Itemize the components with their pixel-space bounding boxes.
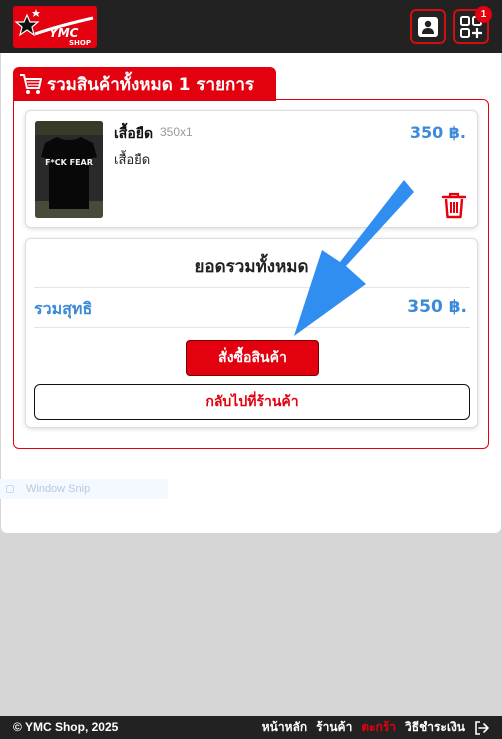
net-total-value: 350 ฿. <box>407 297 467 317</box>
cart-button[interactable]: 1 <box>453 6 492 44</box>
window-snip-overlay: Window Snip <box>0 479 168 499</box>
footer-nav: หน้าหลัก ร้านค้า ตะกร้า วิธีชำระเงิน <box>253 718 490 737</box>
user-account-button[interactable] <box>410 9 446 44</box>
remove-item-button[interactable] <box>441 191 467 219</box>
svg-text:SHOP: SHOP <box>69 39 91 47</box>
cart-item-card: F*CK FEAR เสื้อยืด 350x1 เสื้อยืด 350 ฿. <box>25 110 478 228</box>
shopping-cart-icon <box>20 74 42 94</box>
net-total-label: รวมสุทธิ <box>34 299 93 318</box>
ymc-shop-logo[interactable]: YMC SHOP <box>13 6 97 48</box>
order-summary-card: ยอดรวมทั้งหมด รวมสุทธิ 350 ฿. สั่งซื้อสิ… <box>25 238 478 428</box>
cart-count-badge: 1 <box>475 6 492 23</box>
footer-link-home[interactable]: หน้าหลัก <box>262 718 307 737</box>
cart-header: รวมสินค้าทั้งหมด 1 รายการ <box>13 67 276 101</box>
top-nav-bar: YMC SHOP 1 <box>0 0 502 53</box>
copyright-text: © YMC Shop, 2025 <box>13 720 119 734</box>
place-order-button[interactable]: สั่งซื้อสินค้า <box>186 340 319 376</box>
item-description: เสื้อยืด <box>114 153 151 168</box>
divider <box>34 327 470 328</box>
item-name: เสื้อยืด <box>114 126 154 142</box>
footer-link-cart[interactable]: ตะกร้า <box>361 718 396 737</box>
snip-label: Window Snip <box>26 483 91 495</box>
back-to-shop-button[interactable]: กลับไปที่ร้านค้า <box>34 384 470 420</box>
cart-title: รวมสินค้าทั้งหมด 1 รายการ <box>47 74 255 95</box>
footer-link-shop[interactable]: ร้านค้า <box>316 718 352 737</box>
svg-text:YMC: YMC <box>49 26 79 40</box>
snip-icon <box>6 485 14 493</box>
summary-title: ยอดรวมทั้งหมด <box>194 257 309 277</box>
footer-link-payment[interactable]: วิธีชำระเงิน <box>405 718 465 737</box>
divider <box>34 287 470 288</box>
item-quantity: 350x1 <box>160 125 193 139</box>
footer-bar: © YMC Shop, 2025 หน้าหลัก ร้านค้า ตะกร้า… <box>0 716 502 739</box>
user-icon <box>418 16 438 37</box>
product-image[interactable]: F*CK FEAR <box>35 121 103 218</box>
item-price: 350 ฿. <box>409 123 466 142</box>
logout-icon[interactable] <box>474 720 490 736</box>
trash-icon <box>441 192 467 219</box>
product-image-text: F*CK FEAR <box>45 158 93 167</box>
